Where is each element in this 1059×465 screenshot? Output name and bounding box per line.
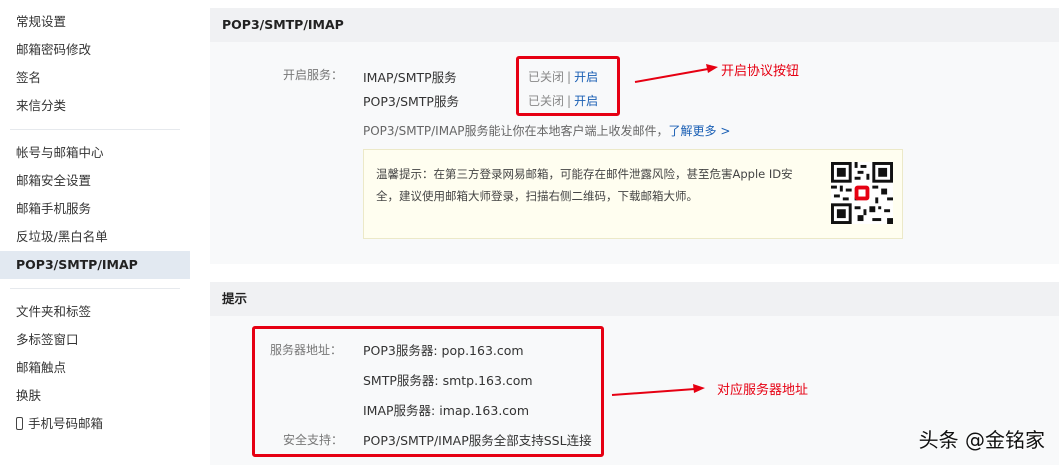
sidebar-item-password[interactable]: 邮箱密码修改 [0,36,190,64]
annotation-enable-protocol: 开启协议按钮 [721,64,800,79]
sidebar-item-multi-tab[interactable]: 多标签窗口 [0,326,190,354]
sidebar-item-folders-tags[interactable]: 文件夹和标签 [0,298,190,326]
section-title: 提示 [210,282,1059,316]
enable-buttons-highlight [516,56,620,116]
pop3-smtp-service-name: POP3/SMTP服务 [363,94,459,109]
sidebar-item-mail-filter[interactable]: 来信分类 [0,92,190,120]
sidebar-item-account-center[interactable]: 帐号与邮箱中心 [0,139,190,167]
sidebar-item-touchpoint[interactable]: 邮箱触点 [0,354,190,382]
mobile-phone-icon [16,417,23,430]
watermark-text: 头条 @金铭家 [918,428,1045,452]
settings-sidebar: 常规设置 邮箱密码修改 签名 来信分类 帐号与邮箱中心 邮箱安全设置 邮箱手机服… [0,0,191,465]
sidebar-item-security[interactable]: 邮箱安全设置 [0,167,190,195]
sidebar-item-label: 手机号码邮箱 [28,416,104,431]
tip-text: 温馨提示：在第三方登录网易邮箱，可能存在邮件泄露风险，甚至危害Apple ID安… [376,163,816,207]
sidebar-item-signature[interactable]: 签名 [0,64,190,92]
section-title: POP3/SMTP/IMAP [210,8,1059,42]
sidebar-item-antispam[interactable]: 反垃圾/黑白名单 [0,223,190,251]
warning-tip-box: 温馨提示：在第三方登录网易邮箱，可能存在邮件泄露风险，甚至危害Apple ID安… [363,149,903,239]
pop3-settings-section: POP3/SMTP/IMAP 开启服务： IMAP/SMTP服务 已关闭 | 开启 … [210,8,1059,264]
sidebar-item-general[interactable]: 常规设置 [0,8,190,36]
qr-code-icon [831,162,893,224]
sidebar-item-pop3-smtp-imap[interactable]: POP3/SMTP/IMAP [0,251,190,279]
sidebar-item-phone-mailbox[interactable]: 手机号码邮箱 [0,410,190,438]
tip-line: 温馨提示：在第三方登录网易邮箱，可能存在邮件泄露风险，甚至危害Apple ID安 [376,167,793,181]
service-description: POP3/SMTP/IMAP服务能让你在本地客户端上收发邮件，了解更多 > [363,122,730,139]
sidebar-item-skin[interactable]: 换肤 [0,382,190,410]
main-content: POP3/SMTP/IMAP 开启服务： IMAP/SMTP服务 已关闭 | 开启 … [190,0,1059,465]
annotation-server-address: 对应服务器地址 [717,383,809,398]
sidebar-divider [10,129,180,130]
description-text: POP3/SMTP/IMAP服务能让你在本地客户端上收发邮件， [363,124,669,138]
learn-more-link[interactable]: 了解更多 > [669,124,731,138]
tip-line: 全，建议使用邮箱大师登录，扫描右侧二维码，下载邮箱大师。 [376,189,698,203]
sidebar-item-mobile-service[interactable]: 邮箱手机服务 [0,195,190,223]
open-service-label: 开启服务： [283,68,344,82]
imap-smtp-service-name: IMAP/SMTP服务 [363,70,457,85]
sidebar-divider [10,288,180,289]
server-address-highlight [252,326,604,457]
